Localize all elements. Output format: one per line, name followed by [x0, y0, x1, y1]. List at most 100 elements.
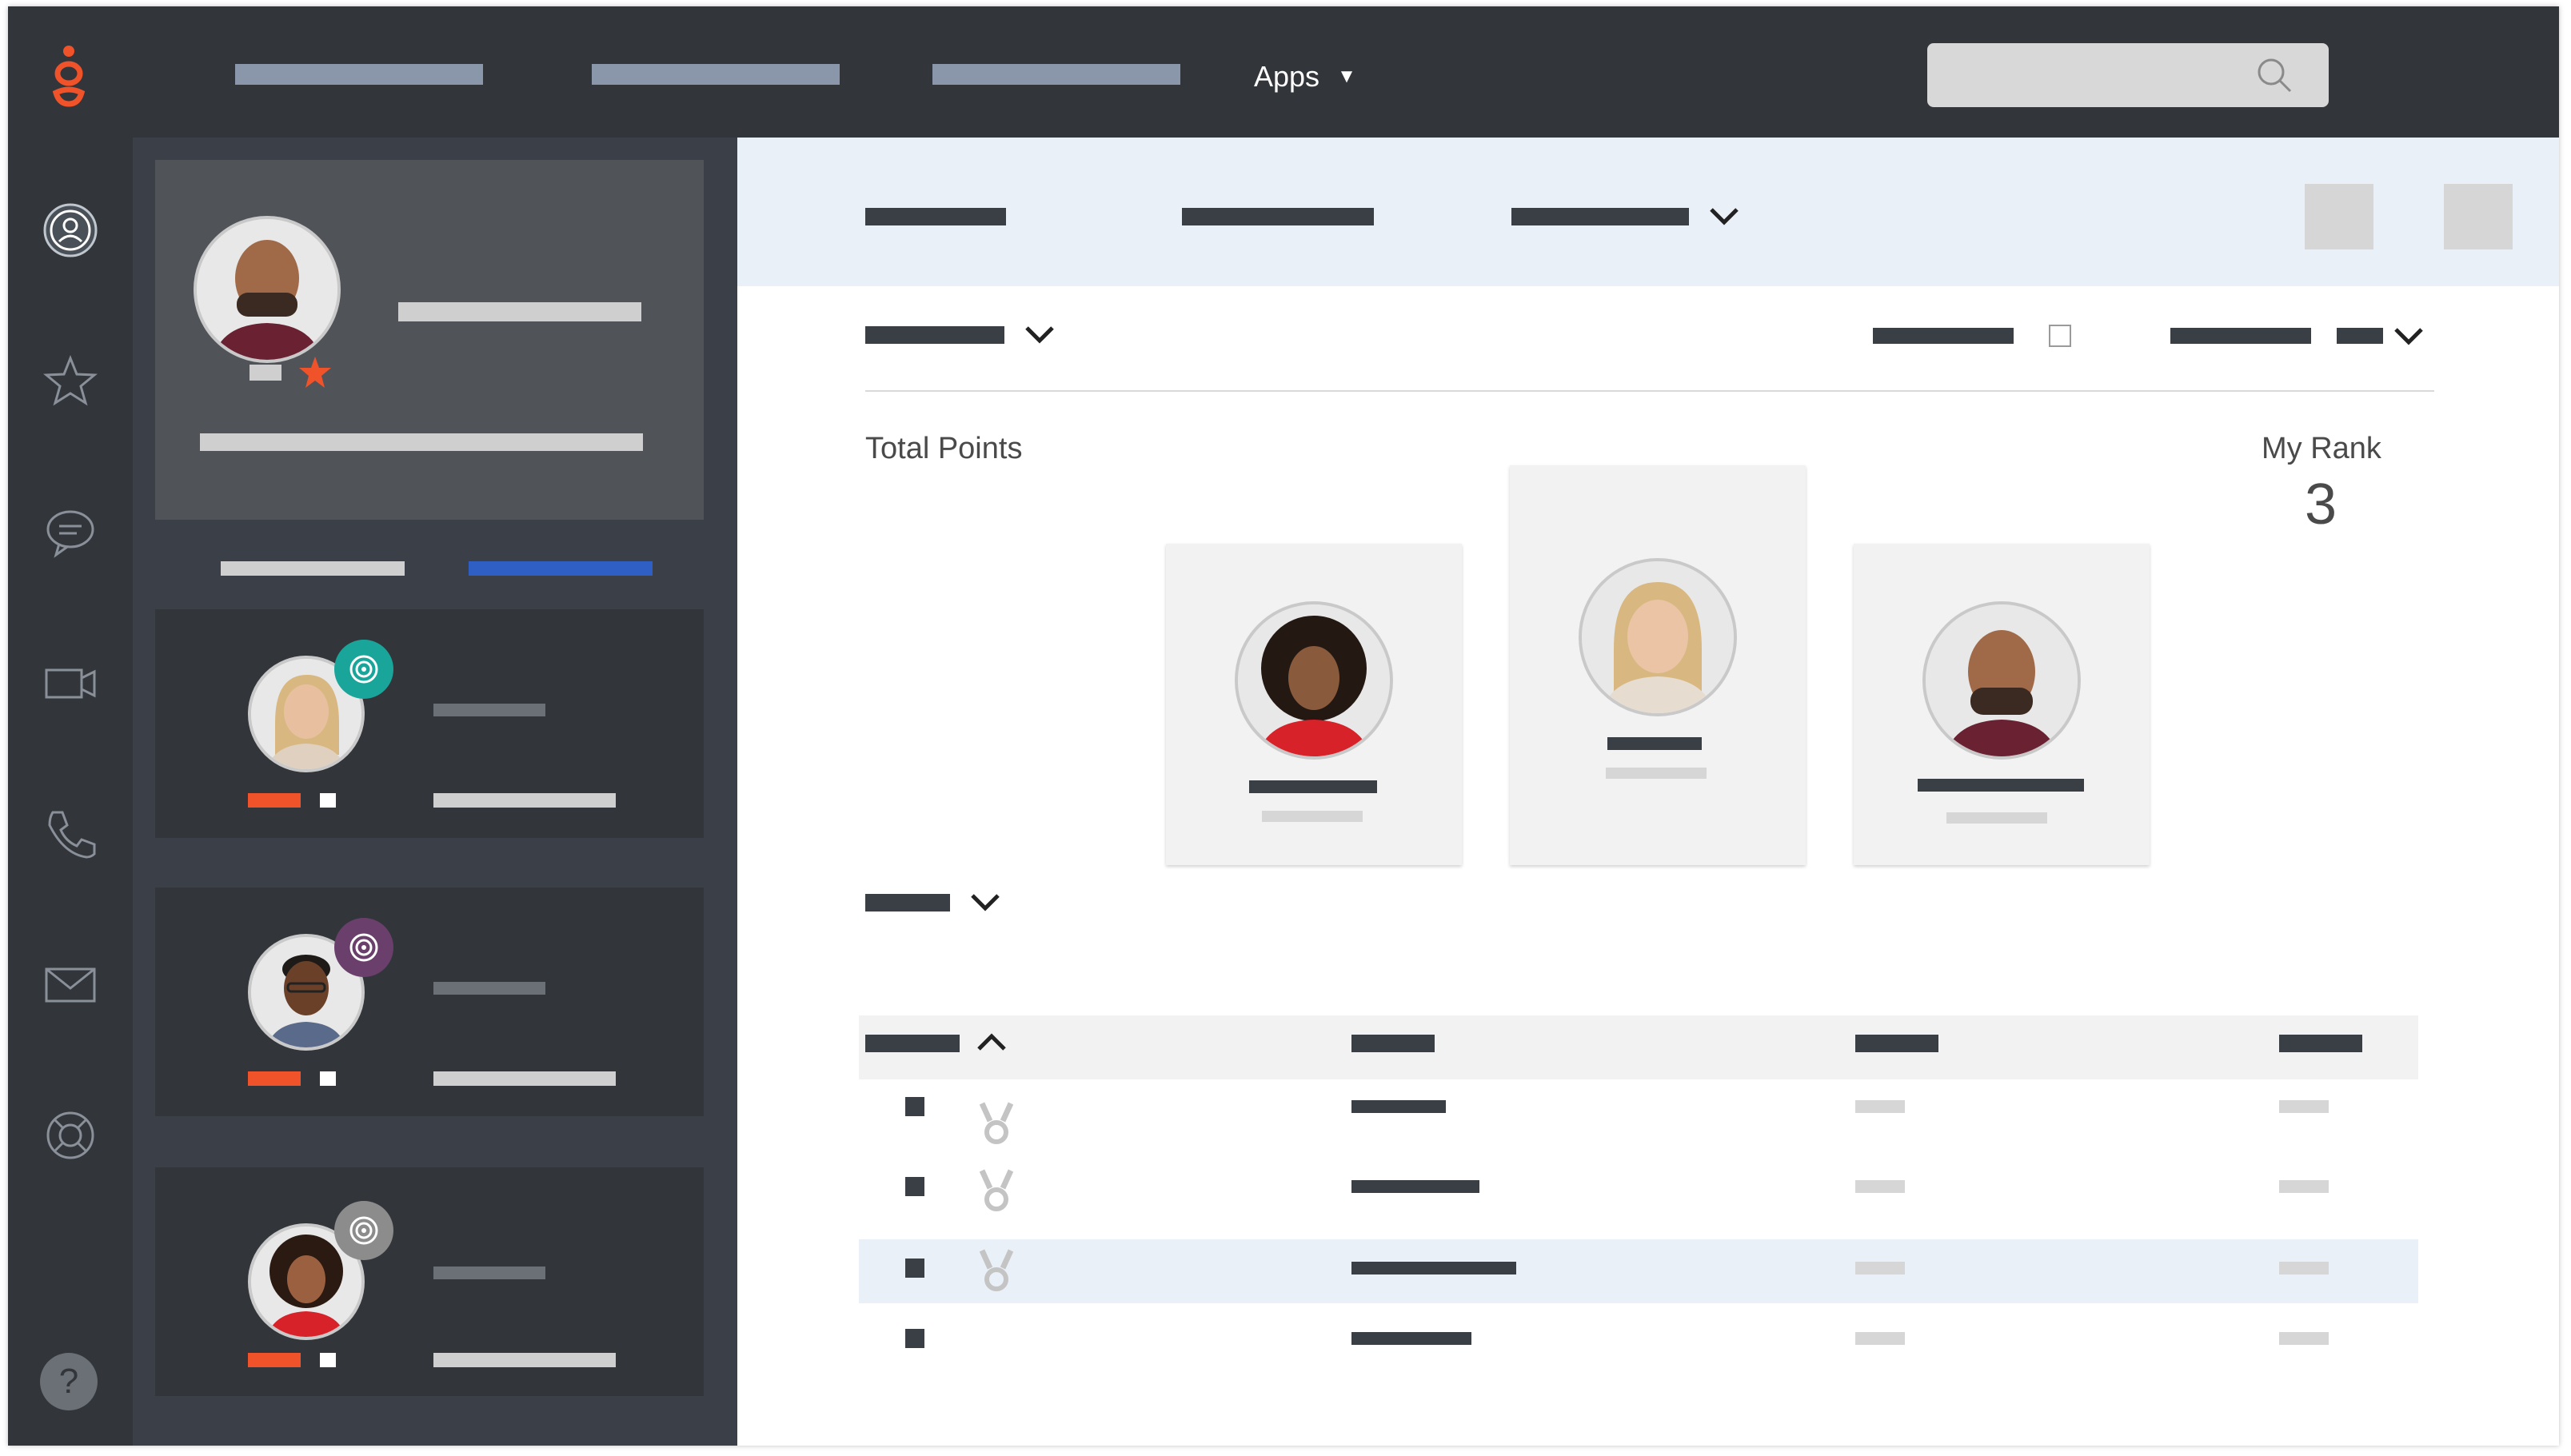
- list-filter-placeholder[interactable]: [865, 894, 950, 911]
- medal-icon: [979, 1102, 1014, 1145]
- nav-link-placeholder[interactable]: [592, 64, 840, 85]
- table-cell-placeholder: [2279, 1180, 2329, 1193]
- status-tag: [248, 1071, 301, 1086]
- star-icon: [297, 355, 333, 390]
- caret-down-icon: ▼: [1337, 66, 1356, 87]
- team-member-card[interactable]: [155, 609, 704, 838]
- view-dropdown-placeholder[interactable]: [865, 326, 1004, 344]
- sort-value-placeholder[interactable]: [2337, 328, 2383, 344]
- member-name-placeholder: [433, 982, 545, 995]
- tab-placeholder-active[interactable]: [469, 561, 653, 576]
- nav-link-placeholder[interactable]: [235, 64, 483, 85]
- chevron-down-icon[interactable]: [1024, 325, 1056, 345]
- sidebar-rail: ?: [8, 138, 133, 1446]
- chevron-up-icon[interactable]: [976, 1031, 1008, 1052]
- podium-card-first[interactable]: [1510, 465, 1806, 865]
- my-rank-value: 3: [2304, 473, 2337, 537]
- avatar: [1235, 601, 1393, 760]
- option-checkbox[interactable]: [2049, 325, 2071, 347]
- status-tag: [248, 1353, 301, 1367]
- team-panel: [133, 138, 737, 1446]
- star-icon[interactable]: [42, 352, 99, 409]
- member-detail-placeholder: [433, 793, 616, 808]
- tab-placeholder[interactable]: [221, 561, 405, 576]
- status-placeholder: [250, 365, 281, 381]
- table-cell-placeholder: [1351, 1100, 1446, 1113]
- podium-card-second[interactable]: [1166, 544, 1462, 865]
- target-icon: [334, 1201, 393, 1260]
- status-square: [320, 1071, 336, 1086]
- member-detail-placeholder: [433, 1353, 616, 1367]
- action-button-placeholder[interactable]: [2444, 184, 2513, 249]
- column-header-placeholder[interactable]: [865, 1035, 960, 1052]
- name-placeholder: [1249, 780, 1377, 793]
- filter-bar: [737, 138, 2559, 286]
- table-cell-placeholder: [1855, 1180, 1905, 1193]
- status-square: [320, 1353, 336, 1367]
- row-marker: [905, 1259, 924, 1278]
- profile-name-placeholder: [398, 302, 641, 321]
- team-member-card[interactable]: [155, 888, 704, 1116]
- status-square: [320, 793, 336, 808]
- podium-card-third[interactable]: [1854, 544, 2150, 865]
- lifebuoy-icon[interactable]: [42, 1107, 99, 1164]
- avatar: [194, 216, 341, 363]
- column-header-placeholder[interactable]: [1855, 1035, 1938, 1052]
- nav-link-placeholder[interactable]: [932, 64, 1180, 85]
- status-tag: [248, 793, 301, 808]
- mail-icon[interactable]: [42, 956, 99, 1014]
- help-button[interactable]: ?: [40, 1353, 98, 1410]
- my-rank-label: My Rank: [2262, 432, 2381, 465]
- medal-icon: [979, 1169, 1014, 1212]
- option-label-placeholder: [1873, 328, 2014, 344]
- genesys-logo-icon[interactable]: [45, 43, 93, 107]
- table-cell-placeholder: [2279, 1332, 2329, 1345]
- member-detail-placeholder: [433, 1071, 616, 1086]
- action-button-placeholder[interactable]: [2305, 184, 2373, 249]
- table-cell-placeholder: [1351, 1332, 1471, 1345]
- my-profile-card[interactable]: [155, 160, 704, 520]
- apps-menu[interactable]: Apps ▼: [1254, 60, 1356, 93]
- profile-icon[interactable]: [42, 201, 99, 259]
- name-placeholder: [1607, 737, 1702, 750]
- row-marker: [905, 1329, 924, 1348]
- top-navigation-bar: Apps ▼: [8, 6, 2559, 138]
- chat-icon[interactable]: [42, 504, 99, 561]
- name-placeholder: [1918, 779, 2084, 792]
- row-marker: [905, 1177, 924, 1196]
- points-placeholder: [1946, 812, 2047, 824]
- column-header-placeholder[interactable]: [2279, 1035, 2362, 1052]
- table-cell-placeholder: [1351, 1262, 1516, 1274]
- table-cell-placeholder: [2279, 1100, 2329, 1113]
- row-marker: [905, 1097, 924, 1116]
- column-header-placeholder[interactable]: [1351, 1035, 1435, 1052]
- chevron-down-icon[interactable]: [2393, 326, 2425, 347]
- table-cell-placeholder: [1351, 1180, 1479, 1193]
- target-icon: [334, 918, 393, 977]
- chevron-down-icon[interactable]: [1708, 206, 1740, 227]
- filter-placeholder[interactable]: [1182, 208, 1374, 225]
- search-input[interactable]: [1927, 43, 2329, 107]
- profile-detail-placeholder: [200, 433, 643, 451]
- sort-label-placeholder: [2170, 328, 2311, 344]
- video-icon[interactable]: [42, 654, 99, 712]
- filter-dropdown-placeholder[interactable]: [1511, 208, 1689, 225]
- apps-label: Apps: [1254, 60, 1320, 93]
- table-cell-placeholder: [1855, 1262, 1905, 1274]
- filter-placeholder[interactable]: [865, 208, 1006, 225]
- member-name-placeholder: [433, 1267, 545, 1279]
- avatar: [1922, 601, 2081, 760]
- phone-icon[interactable]: [42, 804, 99, 862]
- divider: [865, 390, 2434, 392]
- search-icon[interactable]: [2255, 56, 2294, 94]
- points-placeholder: [1262, 811, 1363, 822]
- team-member-card[interactable]: [155, 1167, 704, 1396]
- table-cell-placeholder: [1855, 1100, 1905, 1113]
- chevron-down-icon[interactable]: [969, 892, 1001, 913]
- total-points-label: Total Points: [865, 432, 1023, 465]
- leaderboard-main: Total Points My Rank 3: [737, 138, 2559, 1446]
- avatar: [1579, 558, 1737, 716]
- table-cell-placeholder: [2279, 1262, 2329, 1274]
- table-cell-placeholder: [1855, 1332, 1905, 1345]
- member-name-placeholder: [433, 704, 545, 716]
